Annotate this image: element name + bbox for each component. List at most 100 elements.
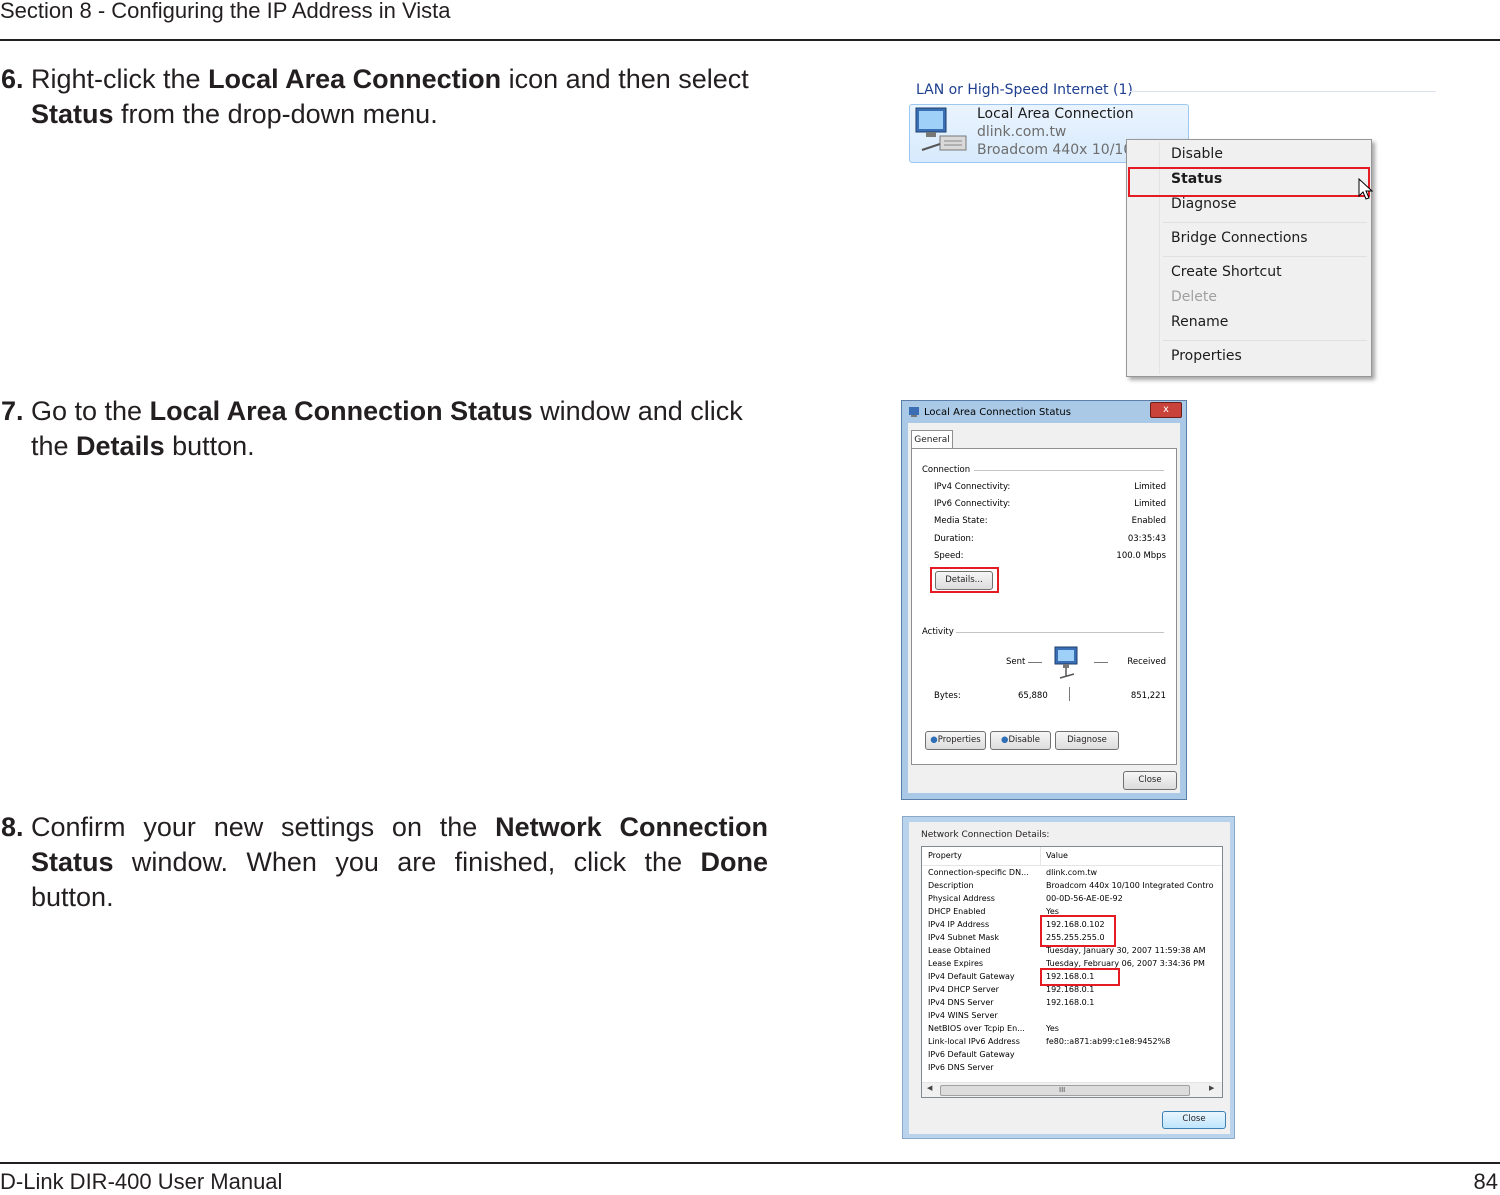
row-value: 00-0D-56-AE-0E-92 — [1046, 894, 1123, 903]
row-property: IPv4 IP Address — [928, 920, 990, 929]
menu-item-diagnose[interactable]: Diagnose — [1171, 196, 1236, 212]
diagnose-button[interactable]: Diagnose — [1055, 731, 1119, 750]
table-row[interactable]: Description Broadcom 440x 10/100 Integrat… — [922, 880, 1222, 893]
scroll-thumb[interactable]: III — [940, 1085, 1190, 1096]
speed-label: Speed: — [934, 551, 964, 561]
grip-icon: III — [1059, 1086, 1066, 1094]
table-row[interactable]: Connection-specific DN... dlink.com.tw — [922, 867, 1222, 880]
table-row[interactable]: Physical Address 00-0D-56-AE-0E-92 — [922, 893, 1222, 906]
table-row[interactable]: Link-local IPv6 Address fe80::a871:ab99:c… — [922, 1036, 1222, 1049]
row-property: Physical Address — [928, 894, 995, 903]
row-property: IPv4 DHCP Server — [928, 985, 999, 994]
close-icon: x — [1163, 404, 1169, 415]
disable-button[interactable]: ●Disable — [990, 731, 1051, 750]
row-property: IPv4 WINS Server — [928, 1011, 998, 1020]
network-activity-icon — [1054, 646, 1078, 679]
table-row[interactable]: IPv4 DNS Server 192.168.0.1 — [922, 997, 1222, 1010]
row-property: Description — [928, 881, 974, 890]
table-row[interactable]: IPv6 DNS Server — [922, 1062, 1222, 1075]
row-property: Connection-specific DN... — [928, 868, 1029, 877]
column-divider — [1040, 847, 1041, 865]
section-header: Section 8 - Configuring the IP Address i… — [0, 0, 451, 23]
menu-separator — [1163, 340, 1367, 341]
connection-domain: dlink.com.tw — [977, 124, 1067, 140]
received-label: Received — [1127, 657, 1166, 667]
list-header: Property Value — [922, 847, 1222, 866]
row-value: Yes — [1046, 1024, 1059, 1033]
horizontal-scrollbar[interactable]: ◀ III ▶ — [922, 1082, 1222, 1097]
table-row[interactable]: IPv4 WINS Server — [922, 1010, 1222, 1023]
ipv4-connectivity-value: Limited — [1134, 482, 1166, 492]
table-row[interactable]: IPv6 Default Gateway — [922, 1049, 1222, 1062]
bytes-label: Bytes: — [934, 691, 961, 701]
bytes-received-value: 851,221 — [1130, 691, 1166, 701]
ipv6-connectivity-value: Limited — [1134, 499, 1166, 509]
menu-item-disable[interactable]: Disable — [1171, 146, 1223, 162]
tab-general[interactable]: General — [911, 430, 953, 449]
step-number: 6. — [1, 64, 24, 94]
row-value: Tuesday, January 30, 2007 11:59:38 AM — [1046, 946, 1206, 955]
media-state-value: Enabled — [1131, 516, 1166, 526]
menu-item-properties[interactable]: Properties — [1171, 348, 1242, 364]
menu-item-rename[interactable]: Rename — [1171, 314, 1228, 330]
details-highlight-box — [930, 567, 999, 593]
media-state-label: Media State: — [934, 516, 988, 526]
menu-separator — [1163, 256, 1367, 257]
header-rule — [0, 39, 1500, 41]
group-divider — [956, 632, 1164, 633]
close-button[interactable]: Close — [1162, 1111, 1226, 1129]
menu-separator — [1163, 222, 1367, 223]
step-8: 8. Confirm your new settings on the Netw… — [0, 810, 770, 915]
column-header-value[interactable]: Value — [1046, 851, 1068, 860]
ipv4-connectivity-label: IPv4 Connectivity: — [934, 482, 1011, 492]
network-adapter-icon — [915, 107, 967, 151]
row-value: fe80::a871:ab99:c1e8:9452%8 — [1046, 1037, 1171, 1046]
step-text: Go to the Local Area Connection Status w… — [31, 396, 743, 461]
group-divider — [974, 470, 1164, 471]
bytes-sent-value: 65,880 — [1018, 691, 1048, 701]
window-client: General Connection IPv4 Connectivity: Li… — [908, 423, 1180, 793]
general-tab-pane: Connection IPv4 Connectivity: Limited IP… — [911, 448, 1177, 765]
duration-value: 03:35:43 — [1127, 534, 1166, 544]
connection-group-label: Connection — [922, 465, 971, 475]
step-number: 8. — [1, 812, 24, 842]
connection-name: Local Area Connection — [977, 106, 1134, 122]
gateway-highlight-box — [1040, 968, 1120, 986]
group-divider — [1130, 91, 1436, 92]
footer-manual: D-Link DIR-400 User Manual — [0, 1169, 283, 1194]
received-line — [1094, 662, 1108, 663]
step-6: 6. Right-click the Local Area Connection… — [0, 62, 770, 132]
close-button[interactable]: Close — [1123, 771, 1177, 790]
row-value: 192.168.0.1 — [1046, 985, 1095, 994]
duration-label: Duration: — [934, 534, 974, 544]
bytes-divider — [1069, 687, 1070, 701]
row-property: IPv4 Default Gateway — [928, 972, 1015, 981]
menu-item-bridge-connections[interactable]: Bridge Connections — [1171, 230, 1308, 246]
row-property: IPv4 DNS Server — [928, 998, 994, 1007]
context-menu-screenshot: LAN or High-Speed Internet (1) Local Are… — [902, 78, 1438, 386]
footer-rule — [0, 1162, 1500, 1164]
row-value: 192.168.0.1 — [1046, 998, 1095, 1007]
footer-page-number: 84 — [1473, 1169, 1498, 1194]
column-header-property[interactable]: Property — [928, 851, 962, 860]
window-title: Local Area Connection Status — [924, 407, 1071, 418]
properties-button[interactable]: ●Properties — [925, 731, 986, 750]
row-value: Broadcom 440x 10/100 Integrated Contro — [1046, 881, 1214, 890]
activity-group-label: Activity — [922, 627, 954, 637]
step-text: Confirm your new settings on the Network… — [31, 812, 768, 912]
step-text: Right-click the Local Area Connection ic… — [31, 64, 749, 129]
table-row[interactable]: NetBIOS over Tcpip En... Yes — [922, 1023, 1222, 1036]
ip-address-highlight-box — [1040, 915, 1116, 947]
menu-item-create-shortcut[interactable]: Create Shortcut — [1171, 264, 1282, 280]
window-close-button[interactable]: x — [1150, 402, 1182, 418]
step-number: 7. — [1, 396, 24, 426]
mouse-cursor-icon — [1358, 178, 1374, 200]
details-caption: Network Connection Details: — [921, 830, 1050, 840]
speed-value: 100.0 Mbps — [1116, 551, 1166, 561]
scroll-left-icon[interactable]: ◀ — [927, 1084, 932, 1092]
sent-label: Sent — [1006, 657, 1026, 667]
scroll-right-icon[interactable]: ▶ — [1209, 1084, 1214, 1092]
step-7: 7. Go to the Local Area Connection Statu… — [0, 394, 770, 464]
row-value: dlink.com.tw — [1046, 868, 1098, 877]
row-property: NetBIOS over Tcpip En... — [928, 1024, 1025, 1033]
